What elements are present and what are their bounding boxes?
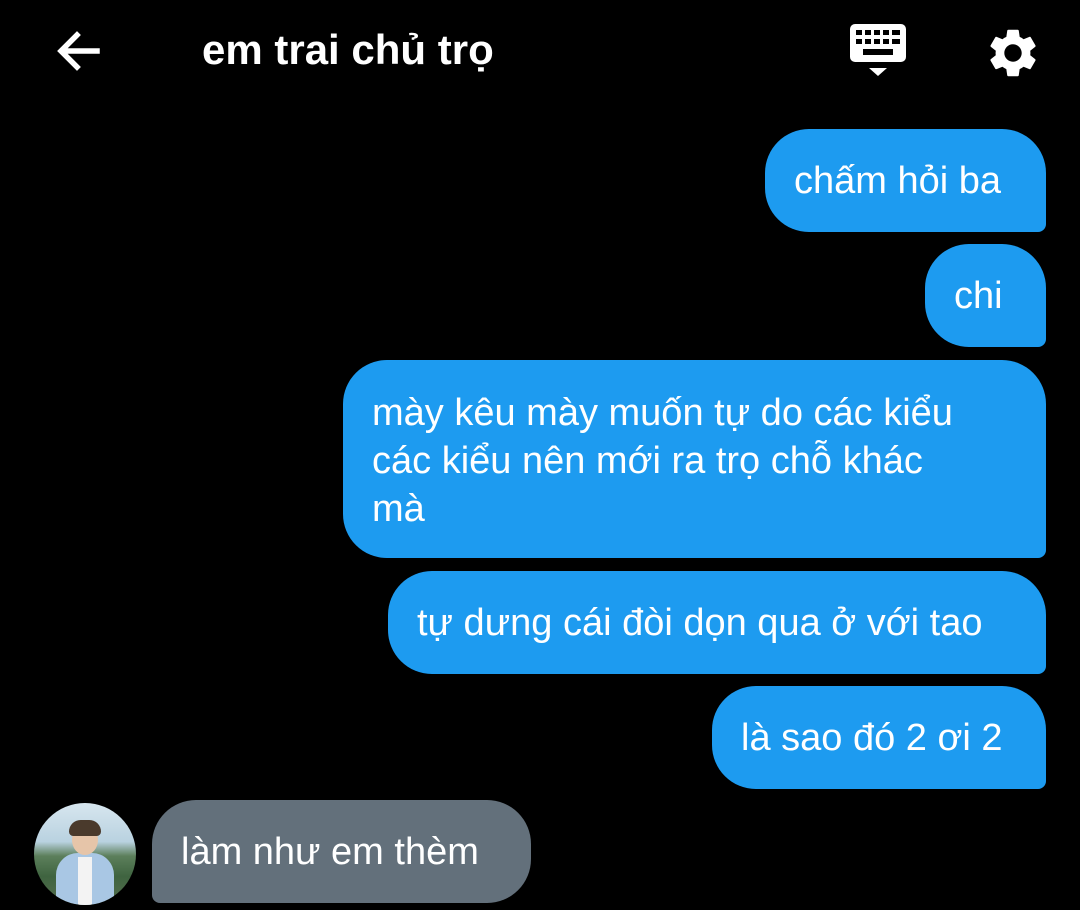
contact-avatar[interactable] [34, 803, 136, 905]
message-bubble-sent[interactable]: là sao đó 2 ơi 2 [712, 686, 1046, 789]
message-text: tự dưng cái đòi dọn qua ở với tao [417, 601, 983, 644]
gear-icon [990, 29, 1036, 77]
keyboard-hide-icon [850, 24, 906, 76]
message-text-line: các kiểu nên mới ra trọ chỗ khác [372, 440, 923, 482]
arrow-left-icon [57, 31, 100, 71]
message-text: làm như em thèm [181, 830, 479, 873]
message-bubble-sent[interactable]: mày kêu mày muốn tự do các kiểu các kiểu… [343, 360, 1046, 558]
hide-keyboard-button[interactable] [840, 18, 916, 88]
message-bubble-sent[interactable]: tự dưng cái đòi dọn qua ở với tao [388, 571, 1046, 674]
conversation-title: em trai chủ trọ [202, 26, 494, 73]
message-text: chấm hỏi ba [794, 159, 1002, 202]
settings-button[interactable] [978, 18, 1048, 88]
message-text-line: mày kêu mày muốn tự do các kiểu [372, 392, 953, 434]
message-text-block: mày kêu mày muốn tự do các kiểu các kiểu… [372, 389, 953, 533]
chat-screen: em trai chủ trọ chấm hỏi ba chi mày kêu … [0, 0, 1080, 910]
message-bubble-sent[interactable]: chi [925, 244, 1046, 347]
message-bubble-received[interactable]: làm như em thèm [152, 800, 531, 903]
chat-header: em trai chủ trọ [0, 0, 1080, 100]
message-bubble-sent[interactable]: chấm hỏi ba [765, 129, 1046, 232]
message-text: là sao đó 2 ơi 2 [741, 716, 1003, 759]
message-text: chi [954, 274, 1003, 317]
back-button[interactable] [48, 22, 108, 80]
message-text-line: mà [372, 488, 425, 530]
